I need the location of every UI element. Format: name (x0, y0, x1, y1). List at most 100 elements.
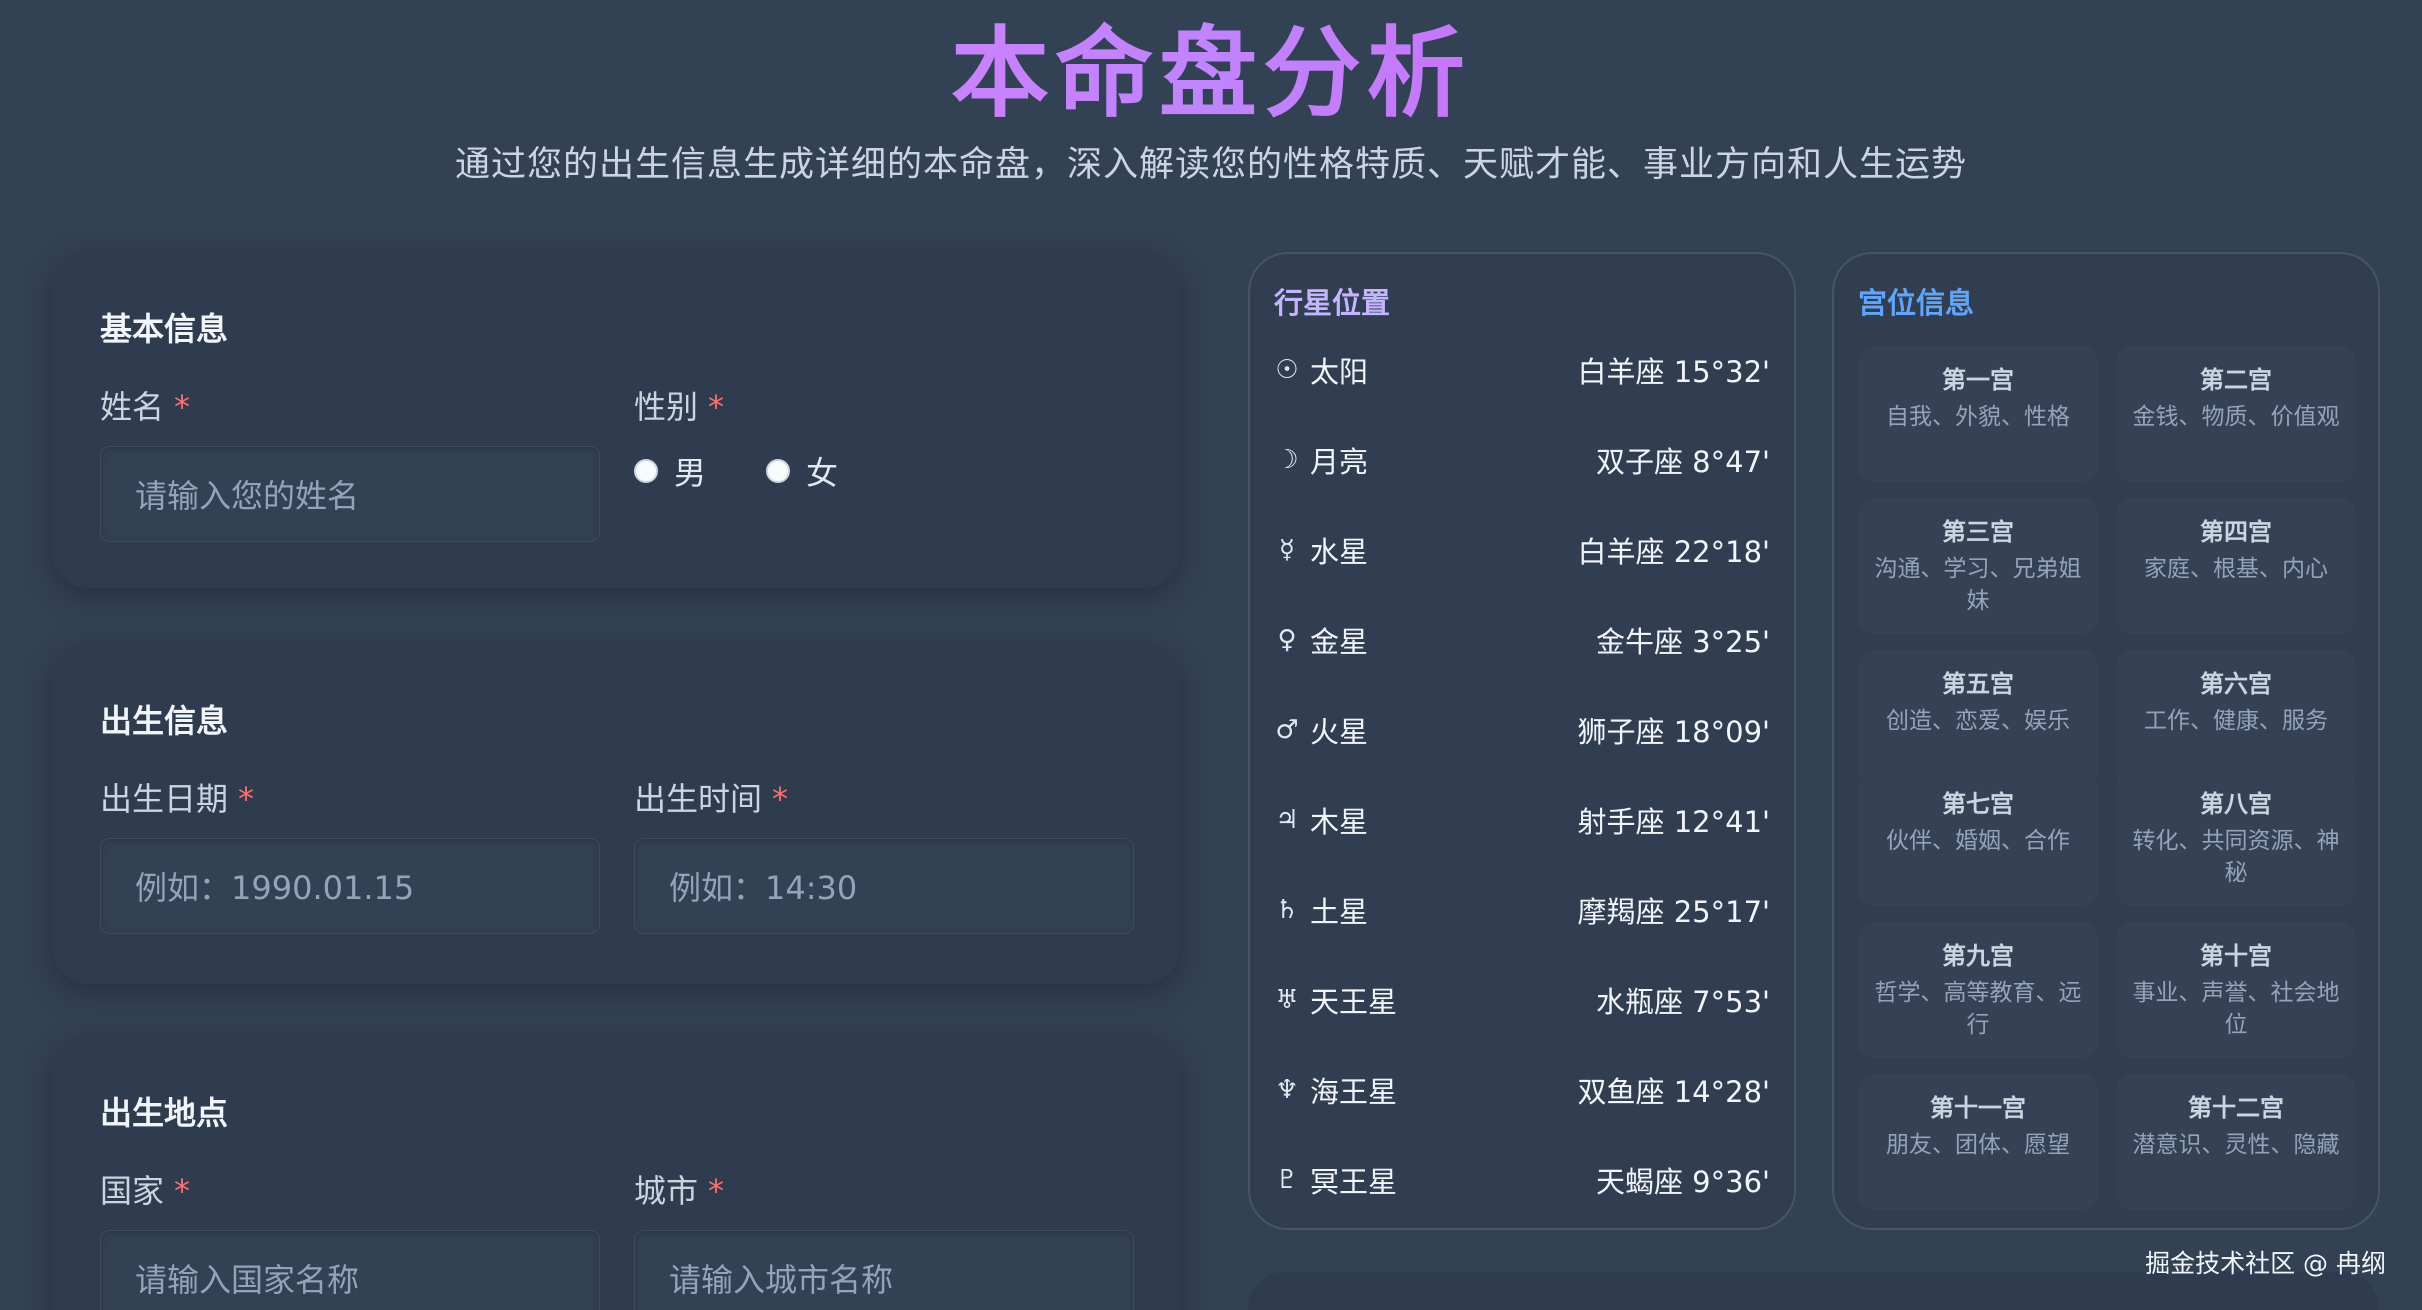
house-card: 第六宫 工作、健康、服务 (2116, 650, 2356, 786)
name-input[interactable]: 请输入您的姓名 (100, 446, 600, 542)
radio-button[interactable] (634, 459, 658, 483)
birth-info-card: 出生信息 出生日期 * 例如：1990.01.15 出生时间 * 例如：14:30 (52, 644, 1180, 984)
city-label: 城市 * (634, 1172, 725, 1210)
planet-name: 海王星 (1310, 1075, 1398, 1109)
planet-name-group: ☉ 太阳 (1274, 349, 1368, 391)
house-name: 第六宫 (2200, 670, 2272, 698)
planet-symbol-icon: ☽ (1275, 445, 1299, 475)
planet-name-group: ♆ 海王星 (1274, 1069, 1397, 1111)
panel-title: 行星位置 (1274, 286, 1391, 320)
card-title: 出生地点 (100, 1094, 229, 1132)
planet-row: ♆ 海王星 双鱼座 14°28' (1274, 1070, 1770, 1110)
country-input[interactable]: 请输入国家名称 (100, 1230, 600, 1310)
planet-positions-panel: 行星位置 ☉ 太阳 白羊座 15°32' ☽ 月亮 双子座 8°47' ☿ 水星 白羊座 22°… (1248, 252, 1796, 1230)
planet-position: 摩羯座 25°17' (1577, 895, 1771, 929)
planet-symbol-icon: ♀ (1277, 625, 1297, 655)
country-label: 国家 * (100, 1172, 191, 1210)
house-name: 第十一宫 (1930, 1094, 2026, 1122)
house-info-panel: 宫位信息 第一宫 自我、外貌、性格 第二宫 金钱、物质、价值观 第三宫 沟通、学习、兄弟姐… (1832, 252, 2380, 1230)
page-subtitle: 通过您的出生信息生成详细的本命盘，深入解读您的性格特质、天赋才能、事业方向和人生… (454, 145, 1967, 185)
watermark: 掘金技术社区 @ 冉纲 (2145, 1249, 2386, 1278)
birth-date-label: 出生日期 * (100, 780, 255, 818)
birth-date-input[interactable]: 例如：1990.01.15 (100, 838, 600, 934)
planet-name-group: ♄ 土星 (1274, 889, 1368, 931)
house-description: 金钱、物质、价值观 (2132, 404, 2340, 430)
planet-name-group: ♇ 冥王星 (1274, 1159, 1397, 1201)
planet-name: 土星 (1310, 895, 1369, 929)
planet-name: 天王星 (1310, 985, 1398, 1019)
page-title: 本命盘分析 (0, 0, 2422, 136)
house-description: 家庭、根基、内心 (2144, 556, 2328, 582)
planet-symbol-icon: ♂ (1275, 715, 1299, 745)
house-name: 第七宫 (1942, 790, 2014, 818)
house-card: 第七宫伙伴、婚姻、合作 (1858, 770, 2098, 906)
house-description: 沟通、学习、兄弟姐妹 (1874, 556, 2082, 614)
house-description: 哲学、高等教育、远行 (1874, 980, 2082, 1038)
planet-name: 火星 (1310, 715, 1369, 749)
city-input[interactable]: 请输入城市名称 (634, 1230, 1134, 1310)
planet-name: 月亮 (1310, 445, 1369, 479)
planet-symbol-icon: ♅ (1275, 985, 1299, 1015)
house-name: 第二宫 (2200, 366, 2272, 394)
house-name: 第三宫 (1942, 518, 2014, 546)
house-card: 第五宫创造、恋爱、娱乐 (1858, 650, 2098, 786)
house-card: 第一宫 自我、外貌、性格 (1858, 346, 2098, 482)
planet-symbol-icon: ☉ (1275, 355, 1299, 385)
planet-row: ♇ 冥王星 天蝎座 9°36' (1274, 1160, 1770, 1200)
planet-position: 白羊座 15°32' (1577, 355, 1771, 389)
house-card: 第九宫哲学、高等教育、远行 (1858, 922, 2098, 1058)
radio-button[interactable] (766, 459, 791, 483)
gender-label: 性别 * (634, 388, 725, 426)
house-description: 伙伴、婚姻、合作 (1886, 828, 2070, 854)
planet-position: 双子座 8°47' (1595, 445, 1770, 479)
house-card: 第八宫 转化、共同资源、神秘 (2116, 770, 2356, 906)
planet-symbol-icon: ♃ (1275, 805, 1299, 835)
house-card: 第二宫金钱、物质、价值观 (2116, 346, 2356, 482)
gender-option-female[interactable]: 女 (766, 448, 838, 494)
planet-name-group: ♀ 金星 (1274, 619, 1368, 661)
planet-symbol-icon: ♆ (1275, 1075, 1299, 1105)
planet-row: ☿ 水星 白羊座 22°18' (1274, 530, 1770, 570)
planet-row: ♂ 火星 狮子座 18°09' (1274, 710, 1770, 750)
planet-name: 太阳 (1310, 355, 1369, 389)
planet-name: 水星 (1310, 535, 1369, 569)
planet-symbol-icon: ♇ (1275, 1165, 1299, 1195)
planet-position: 射手座 12°41' (1577, 805, 1771, 839)
planet-name-group: ☿ 水星 (1274, 529, 1368, 571)
planet-name: 金星 (1310, 625, 1369, 659)
house-description: 转化、共同资源、神秘 (2132, 828, 2340, 886)
natal-chart-page: 本命盘分析 通过您的出生信息生成详细的本命盘，深入解读您的性格特质、天赋才能、事… (0, 0, 2422, 1310)
card-title: 基本信息 (100, 310, 229, 348)
house-description: 事业、声誉、社会地位 (2132, 980, 2340, 1038)
birth-place-card: 出生地点 国家 * 请输入国家名称 城市 * 请输入城市名称 (52, 1036, 1180, 1310)
basic-info-card: 基本信息 姓名 * 请输入您的姓名 性别 * 男 女 (52, 252, 1180, 588)
birth-time-label: 出生时间 * (634, 780, 789, 818)
house-name: 第十二宫 (2188, 1094, 2284, 1122)
name-label: 姓名 * (100, 388, 191, 426)
gender-option-male[interactable]: 男 (634, 448, 706, 494)
house-name: 第五宫 (1942, 670, 2014, 698)
planet-row: ♀ 金星 金牛座 3°25' (1274, 620, 1770, 660)
gender-radio-group: 男 女 (634, 448, 882, 494)
planet-row: ☽ 月亮 双子座 8°47' (1274, 440, 1770, 480)
planet-position: 狮子座 18°09' (1577, 715, 1771, 749)
house-name: 第九宫 (1942, 942, 2014, 970)
planet-row: ♄ 土星 摩羯座 25°17' (1274, 890, 1770, 930)
house-card: 第十二宫潜意识、灵性、隐藏 (2116, 1074, 2356, 1210)
planet-symbol-icon: ♄ (1275, 895, 1299, 925)
planet-name: 木星 (1310, 805, 1369, 839)
house-name: 第四宫 (2200, 518, 2272, 546)
house-description: 创造、恋爱、娱乐 (1886, 708, 2070, 734)
house-description: 潜意识、灵性、隐藏 (2132, 1132, 2340, 1158)
planet-position: 白羊座 22°18' (1577, 535, 1771, 569)
planet-position: 双鱼座 14°28' (1577, 1075, 1771, 1109)
house-description: 朋友、团体、愿望 (1886, 1132, 2070, 1158)
birth-time-input[interactable]: 例如：14:30 (634, 838, 1134, 934)
planet-position: 天蝎座 9°36' (1595, 1165, 1770, 1199)
house-name: 第一宫 (1942, 366, 2014, 394)
planet-name: 冥王星 (1310, 1165, 1398, 1199)
planet-name-group: ☽ 月亮 (1274, 439, 1368, 481)
card-title: 出生信息 (100, 702, 229, 740)
house-name: 第十宫 (2200, 942, 2272, 970)
planet-name-group: ♃ 木星 (1274, 799, 1368, 841)
